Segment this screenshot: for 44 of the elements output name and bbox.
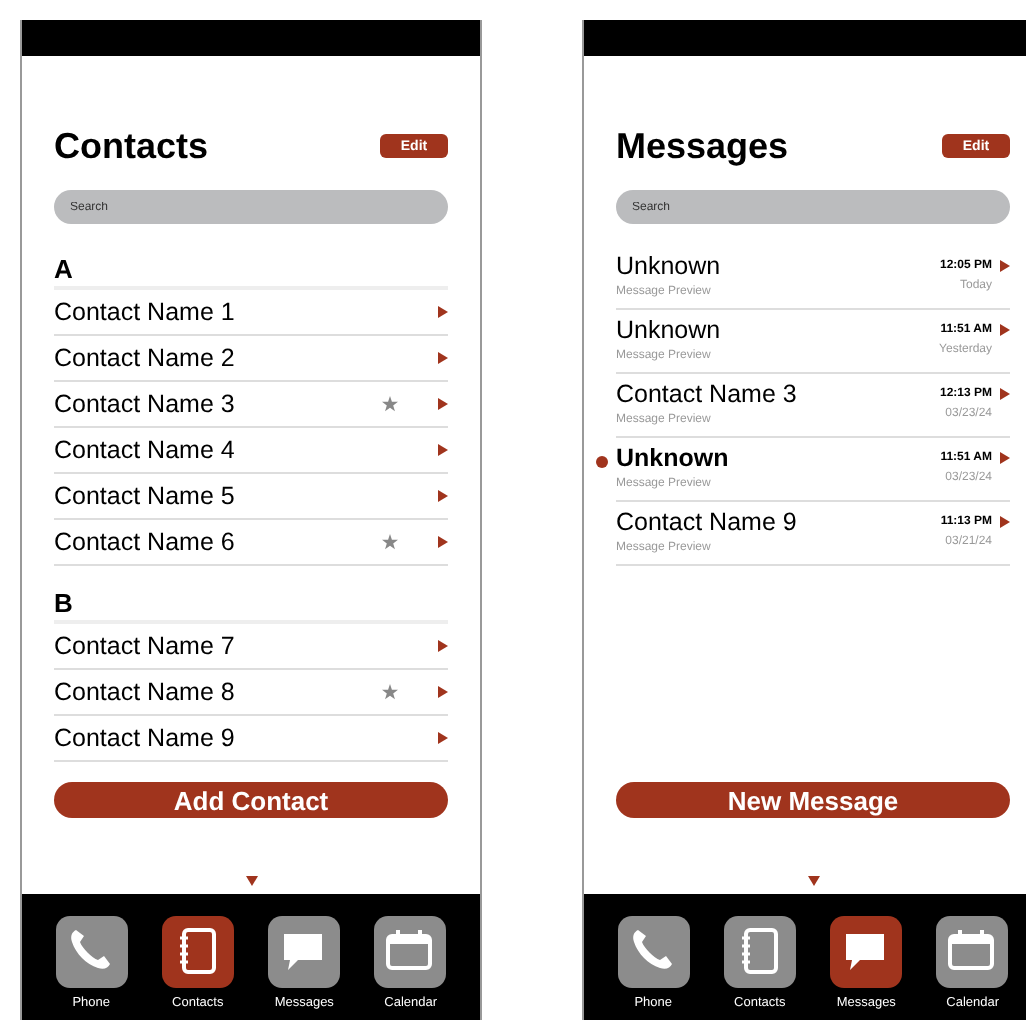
sender-name[interactable]: Contact Name 9 xyxy=(616,508,941,538)
notebook-icon[interactable] xyxy=(161,916,234,988)
sender-name[interactable]: Contact Name 3 xyxy=(616,380,940,410)
contact-name[interactable]: Contact Name 5 xyxy=(54,481,438,511)
arrow-icon xyxy=(438,490,448,502)
contact-name[interactable]: Contact Name 2 xyxy=(54,343,438,373)
sender-name[interactable]: Unknown xyxy=(616,444,941,474)
contact-name[interactable]: Contact Name 7 xyxy=(54,631,438,661)
contact-name[interactable]: Contact Name 4 xyxy=(54,435,438,465)
arrow-icon xyxy=(438,732,448,744)
calendar-icon[interactable] xyxy=(374,916,447,988)
section-letter: B xyxy=(54,590,448,624)
arrow-icon xyxy=(438,444,448,456)
contact-name[interactable]: Contact Name 9 xyxy=(54,723,438,753)
contact-name[interactable]: Contact Name 3 xyxy=(54,389,382,419)
arrow-icon xyxy=(1000,516,1010,528)
speech-bubble-icon[interactable] xyxy=(268,916,341,988)
action-button[interactable]: Add Contact xyxy=(54,782,448,818)
contact-name[interactable]: Contact Name 8 xyxy=(54,677,382,707)
calendar-icon[interactable] xyxy=(936,916,1009,988)
contact-name[interactable]: Contact Name 6 xyxy=(54,527,382,557)
caret-icon[interactable] xyxy=(245,876,257,886)
arrow-icon xyxy=(438,306,448,318)
arrow-icon xyxy=(438,398,448,410)
arrow-icon xyxy=(438,536,448,548)
screen-title: Messages xyxy=(616,128,789,164)
arrow-icon xyxy=(1000,324,1010,336)
arrow-icon xyxy=(1000,388,1010,400)
phone-icon[interactable] xyxy=(55,916,128,988)
action-button[interactable]: New Message xyxy=(616,782,1010,818)
speech-bubble-icon[interactable] xyxy=(830,916,903,988)
contact-name[interactable]: Contact Name 1 xyxy=(54,297,438,327)
section-letter: A xyxy=(54,256,448,290)
notebook-icon[interactable] xyxy=(723,916,796,988)
screen-title: Contacts xyxy=(54,128,209,164)
sender-name[interactable]: Unknown xyxy=(616,316,940,346)
arrow-icon xyxy=(438,352,448,364)
sender-name[interactable]: Unknown xyxy=(616,252,940,282)
arrow-icon xyxy=(438,686,448,698)
arrow-icon xyxy=(438,640,448,652)
arrow-icon xyxy=(1000,260,1010,272)
phone-icon[interactable] xyxy=(617,916,690,988)
caret-icon[interactable] xyxy=(807,876,819,886)
arrow-icon xyxy=(1000,452,1010,464)
